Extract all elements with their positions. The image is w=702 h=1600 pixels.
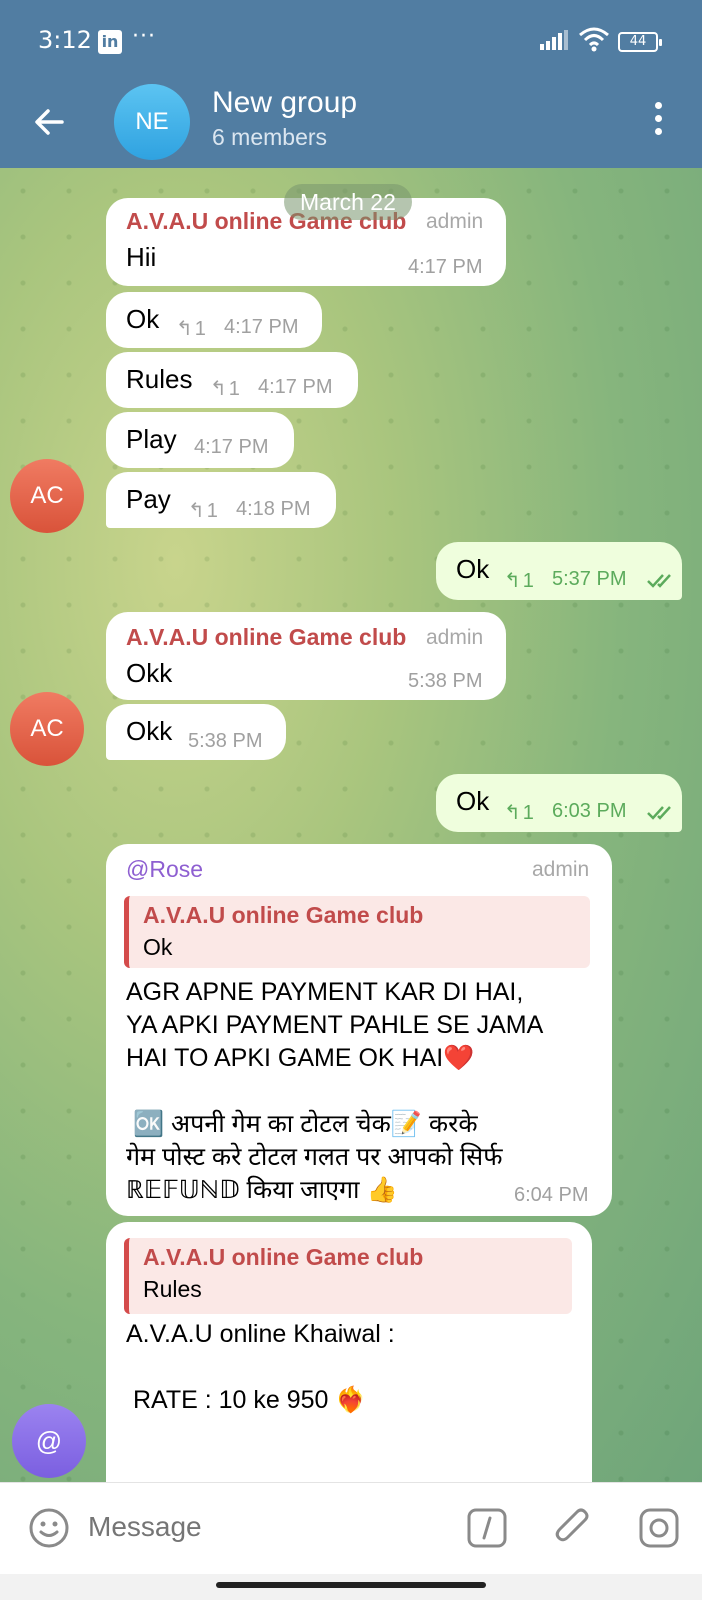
reply-icon: ↰ <box>210 378 227 400</box>
message-text: Ok <box>456 786 490 816</box>
camera-icon[interactable] <box>638 1507 680 1549</box>
reply-count: ↰ 1 <box>176 318 206 340</box>
message-input[interactable] <box>88 1501 438 1553</box>
sender-avatar[interactable]: AC <box>10 692 84 766</box>
sender-name[interactable]: @Rose <box>126 856 203 883</box>
date-separator: March 22 <box>284 184 412 220</box>
admin-badge: admin <box>426 210 484 233</box>
message-text: A.V.A.U online Khaiwal : RATE : 10 ke 95… <box>126 1320 395 1414</box>
outgoing-message-bubble[interactable]: Ok ↰ 1 6:03 PM <box>436 774 682 832</box>
message-bubble[interactable]: Pay ↰ 1 4:18 PM <box>106 472 336 528</box>
more-notifications-icon: ··· <box>132 24 156 49</box>
double-check-icon <box>647 806 671 820</box>
group-title[interactable]: New group <box>212 86 357 120</box>
message-bubble[interactable]: A.V.A.U online Game club admin Okk 5:38 … <box>106 612 506 700</box>
message-bubble[interactable]: Play 4:17 PM <box>106 412 294 468</box>
message-bubble[interactable]: Ok ↰ 1 4:17 PM <box>106 292 322 348</box>
reply-quote[interactable]: A.V.A.U online Game club Ok <box>124 896 590 968</box>
message-text: Okk <box>126 716 173 746</box>
message-time: 4:17 PM <box>408 256 483 278</box>
message-text: Ok <box>456 554 490 584</box>
message-time: 4:17 PM <box>194 436 269 458</box>
reply-quote[interactable]: A.V.A.U online Game club Rules <box>124 1238 572 1314</box>
reply-count: ↰ 1 <box>504 570 534 592</box>
wifi-icon <box>579 27 609 52</box>
home-handle[interactable] <box>216 1582 486 1588</box>
message-bubble[interactable]: Rules ↰ 1 4:17 PM <box>106 352 358 408</box>
mention-button[interactable]: @ <box>12 1404 86 1478</box>
message-time: 5:38 PM <box>188 730 263 752</box>
chat-header: NE New group 6 members <box>0 84 702 168</box>
admin-badge: admin <box>532 858 590 881</box>
bot-command-icon[interactable] <box>466 1507 508 1549</box>
sender-name[interactable]: A.V.A.U online Game club <box>126 624 406 651</box>
message-text: Pay <box>126 484 171 514</box>
admin-badge: admin <box>426 626 484 649</box>
reply-icon: ↰ <box>504 802 521 824</box>
message-time: 4:17 PM <box>224 316 299 338</box>
message-time: 5:37 PM <box>552 568 627 590</box>
message-composer <box>0 1482 702 1574</box>
reply-count: ↰ 1 <box>188 500 218 522</box>
reply-icon: ↰ <box>504 570 521 592</box>
quote-sender: A.V.A.U online Game club <box>143 902 424 928</box>
reply-icon: ↰ <box>188 500 205 522</box>
system-nav-bar <box>0 1574 702 1600</box>
sender-avatar[interactable]: AC <box>10 459 84 533</box>
message-bubble[interactable]: @Rose admin A.V.A.U online Game club Ok … <box>106 844 612 1216</box>
quote-text: Rules <box>143 1276 202 1302</box>
status-bar: 3:12 in ··· 44 <box>0 0 702 84</box>
attach-icon[interactable] <box>552 1505 594 1551</box>
message-text: Ok <box>126 304 160 334</box>
back-arrow-icon[interactable] <box>28 100 72 144</box>
message-text: Rules <box>126 364 193 394</box>
message-bubble[interactable]: A.V.A.U online Game club Rules A.V.A.U o… <box>106 1222 592 1482</box>
reply-count: ↰ 1 <box>504 802 534 824</box>
more-options-icon[interactable] <box>650 102 666 142</box>
signal-icon <box>540 30 568 50</box>
quote-text: Ok <box>143 934 173 960</box>
outgoing-message-bubble[interactable]: Ok ↰ 1 5:37 PM <box>436 542 682 600</box>
message-bubble[interactable]: Okk 5:38 PM <box>106 704 286 760</box>
emoji-icon[interactable] <box>28 1507 70 1549</box>
message-time: 4:17 PM <box>258 376 333 398</box>
message-time: 5:38 PM <box>408 670 483 692</box>
message-time: 4:18 PM <box>236 498 311 520</box>
linkedin-icon: in <box>98 30 122 54</box>
double-check-icon <box>647 574 671 588</box>
quote-sender: A.V.A.U online Game club <box>143 1244 424 1270</box>
group-avatar[interactable]: NE <box>114 84 190 160</box>
reply-icon: ↰ <box>176 318 193 340</box>
chat-area[interactable]: A.V.A.U online Game club admin Hii 4:17 … <box>0 168 702 1482</box>
status-time: 3:12 <box>38 26 92 54</box>
message-time: 6:04 PM <box>514 1184 589 1206</box>
message-text: Okk <box>126 658 173 688</box>
message-text: Play <box>126 424 177 454</box>
message-time: 6:03 PM <box>552 800 627 822</box>
battery-icon: 44 <box>618 32 662 52</box>
member-count: 6 members <box>212 124 328 150</box>
reply-count: ↰ 1 <box>210 378 240 400</box>
message-text: AGR APNE PAYMENT KAR DI HAI, YA APKI PAY… <box>126 978 544 1204</box>
message-text: Hii <box>126 242 157 272</box>
